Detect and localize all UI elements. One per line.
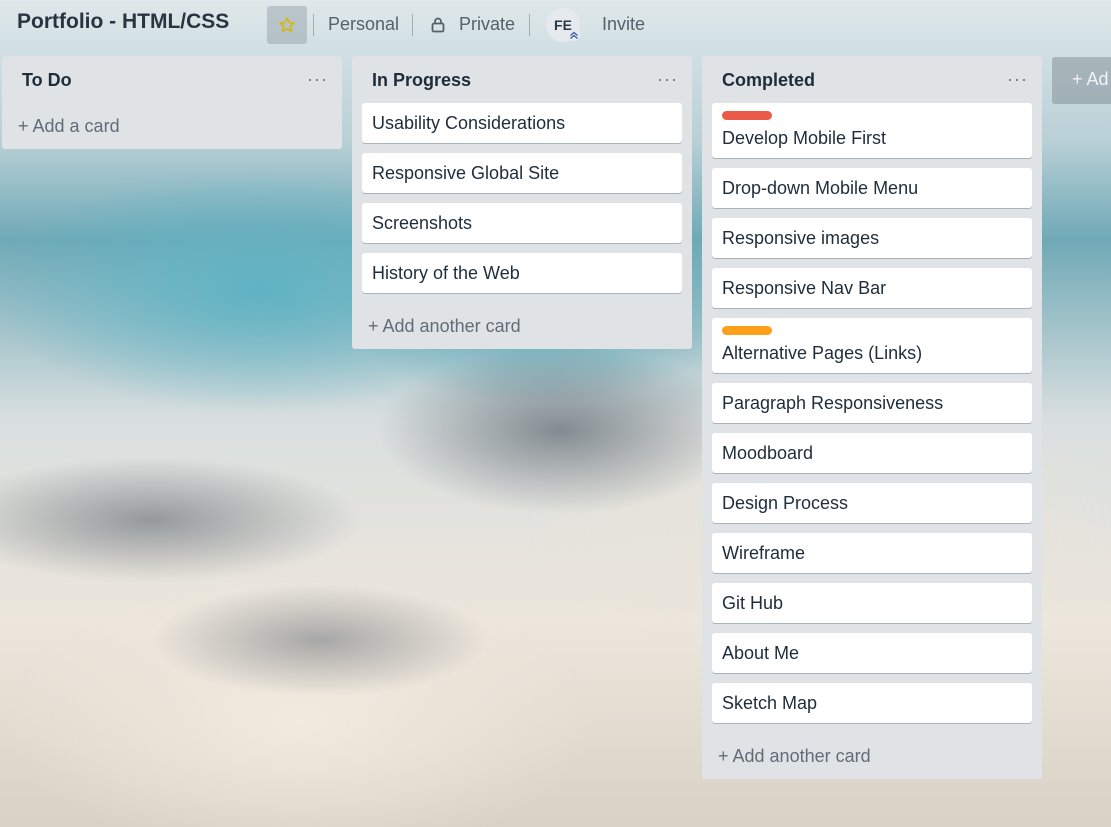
add-card-button[interactable]: + Add another card — [368, 316, 521, 337]
list-title[interactable]: Completed — [722, 70, 815, 91]
card-title: Design Process — [722, 493, 849, 513]
card-title: Drop-down Mobile Menu — [722, 178, 919, 198]
card[interactable]: History of the Web — [362, 253, 682, 293]
card-title: Wireframe — [722, 543, 806, 563]
card-title: Develop Mobile First — [722, 128, 887, 148]
invite-button[interactable]: Invite — [602, 14, 645, 35]
card[interactable]: Screenshots — [362, 203, 682, 243]
card-title: Alternative Pages (Links) — [722, 343, 923, 363]
card[interactable]: Paragraph Responsiveness — [712, 383, 1032, 423]
card-label-red[interactable] — [722, 111, 772, 120]
add-card-button[interactable]: + Add a card — [18, 116, 120, 137]
card-title: Git Hub — [722, 593, 784, 613]
card[interactable]: Moodboard — [712, 433, 1032, 473]
card[interactable]: Alternative Pages (Links) — [712, 318, 1032, 373]
list-completed: Completed ··· Develop Mobile First Drop-… — [702, 56, 1042, 779]
card-title: Sketch Map — [722, 693, 818, 713]
card-title: Usability Considerations — [372, 113, 566, 133]
list-menu-icon[interactable]: ··· — [657, 70, 678, 88]
add-list-button[interactable]: + Ad — [1052, 57, 1111, 104]
list-menu-icon[interactable]: ··· — [307, 70, 328, 88]
card-title: Responsive Global Site — [372, 163, 560, 183]
star-icon — [279, 17, 295, 33]
card[interactable]: Wireframe — [712, 533, 1032, 573]
admin-chevron-icon — [568, 29, 580, 41]
list-in-progress: In Progress ··· Usability Considerations… — [352, 56, 692, 349]
list-menu-icon[interactable]: ··· — [1007, 70, 1028, 88]
divider — [529, 14, 530, 36]
card-title: Responsive Nav Bar — [722, 278, 887, 298]
card[interactable]: Sketch Map — [712, 683, 1032, 723]
card-title: Screenshots — [372, 213, 473, 233]
card[interactable]: Design Process — [712, 483, 1032, 523]
star-button[interactable] — [267, 6, 307, 44]
board-header: Portfolio - HTML/CSS Personal Private FE… — [0, 0, 1111, 50]
card[interactable]: Develop Mobile First — [712, 103, 1032, 158]
add-list-label: + Ad — [1072, 69, 1109, 89]
card-title: Moodboard — [722, 443, 814, 463]
card-title: About Me — [722, 643, 800, 663]
card-title: History of the Web — [372, 263, 520, 283]
team-visibility-button[interactable]: Personal — [328, 14, 399, 35]
divider — [412, 14, 413, 36]
card[interactable]: Usability Considerations — [362, 103, 682, 143]
lock-icon — [431, 17, 445, 33]
privacy-button[interactable]: Private — [459, 14, 515, 35]
card-title: Responsive images — [722, 228, 880, 248]
list-title[interactable]: In Progress — [372, 70, 471, 91]
card-label-orange[interactable] — [722, 326, 772, 335]
divider — [313, 14, 314, 36]
card[interactable]: Responsive Global Site — [362, 153, 682, 193]
list-title[interactable]: To Do — [22, 70, 72, 91]
card[interactable]: Git Hub — [712, 583, 1032, 623]
add-card-button[interactable]: + Add another card — [718, 746, 871, 767]
board-title[interactable]: Portfolio - HTML/CSS — [17, 10, 229, 34]
card[interactable]: About Me — [712, 633, 1032, 673]
card-title: Paragraph Responsiveness — [722, 393, 944, 413]
card[interactable]: Responsive Nav Bar — [712, 268, 1032, 308]
card[interactable]: Drop-down Mobile Menu — [712, 168, 1032, 208]
card[interactable]: Responsive images — [712, 218, 1032, 258]
list-todo: To Do ··· + Add a card — [2, 56, 342, 149]
